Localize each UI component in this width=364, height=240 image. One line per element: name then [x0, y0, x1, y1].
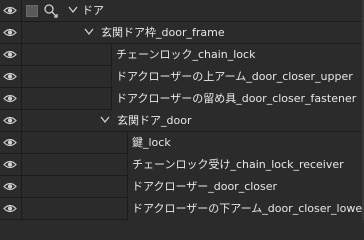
chevron-down-icon[interactable] [84, 28, 94, 36]
chevron-down-icon[interactable] [100, 116, 110, 124]
eye-icon[interactable] [3, 159, 17, 170]
layer-row[interactable]: ドアクローザーの下アーム_door_closer_lower [0, 198, 364, 220]
layer-label: ドアクローザーの留め具_door_closer_fastener [116, 92, 357, 105]
layer-item[interactable]: チェーンロック_chain_lock [111, 44, 364, 66]
layer-item[interactable]: ドアクローザー_door_closer [127, 176, 364, 198]
layer-row[interactable]: ドアクローザーの留め具_door_closer_fastener [0, 88, 364, 110]
layer-row[interactable]: チェーンロック受け_chain_lock_receiver [0, 154, 364, 176]
layer-label-door-group: 玄関ドア_door [117, 114, 192, 127]
visibility-cell[interactable] [0, 154, 22, 176]
layers-panel: ドア 玄関ドア枠_door_frame チェーンロック_chain_lock ド… [0, 0, 364, 220]
layer-label: ドアクローザーの下アーム_door_closer_lower [132, 202, 364, 215]
eye-icon[interactable] [3, 27, 17, 38]
layer-label: ドアクローザーの上アーム_door_closer_upper [116, 70, 353, 83]
layer-row-door-group[interactable]: 玄関ドア_door [0, 110, 364, 132]
link-icon[interactable] [43, 3, 61, 19]
layer-row[interactable]: ドアクローザーの上アーム_door_closer_upper [0, 66, 364, 88]
visibility-cell[interactable] [0, 0, 22, 22]
layer-item[interactable]: 鍵_lock [127, 132, 364, 154]
layer-label-frame-group: 玄関ドア枠_door_frame [101, 26, 225, 39]
chevron-down-icon[interactable] [68, 6, 78, 14]
layer-item[interactable]: ドアクローザーの上アーム_door_closer_upper [111, 66, 364, 88]
layer-row[interactable]: チェーンロック_chain_lock [0, 44, 364, 66]
layer-label: ドアクローザー_door_closer [132, 180, 278, 193]
layer-label: チェーンロック受け_chain_lock_receiver [132, 158, 344, 171]
visibility-cell[interactable] [0, 44, 22, 66]
lock-toggle[interactable] [26, 5, 38, 17]
eye-icon[interactable] [3, 71, 17, 82]
layer-row-root[interactable]: ドア [0, 0, 364, 22]
layer-label: チェーンロック_chain_lock [116, 48, 256, 61]
visibility-cell[interactable] [0, 132, 22, 154]
eye-icon[interactable] [3, 93, 17, 104]
eye-icon[interactable] [3, 5, 17, 16]
eye-icon[interactable] [3, 115, 17, 126]
layer-label-root: ドア [82, 4, 104, 17]
visibility-cell[interactable] [0, 198, 22, 220]
layer-item[interactable]: チェーンロック受け_chain_lock_receiver [127, 154, 364, 176]
layer-row[interactable]: ドアクローザー_door_closer [0, 176, 364, 198]
visibility-cell[interactable] [0, 66, 22, 88]
layer-row-frame-group[interactable]: 玄関ドア枠_door_frame [0, 22, 364, 44]
visibility-cell[interactable] [0, 88, 22, 110]
eye-icon[interactable] [3, 49, 17, 60]
layer-label: 鍵_lock [132, 136, 171, 149]
eye-icon[interactable] [3, 203, 17, 214]
layer-row[interactable]: 鍵_lock [0, 132, 364, 154]
visibility-cell[interactable] [0, 176, 22, 198]
layer-item[interactable]: ドアクローザーの留め具_door_closer_fastener [111, 88, 364, 110]
eye-icon[interactable] [3, 137, 17, 148]
eye-icon[interactable] [3, 181, 17, 192]
visibility-cell[interactable] [0, 22, 22, 44]
layer-item[interactable]: ドアクローザーの下アーム_door_closer_lower [127, 198, 364, 220]
visibility-cell[interactable] [0, 110, 22, 132]
